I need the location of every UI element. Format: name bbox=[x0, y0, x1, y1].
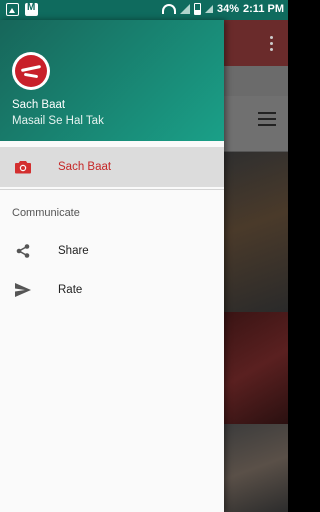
clock: 2:11 PM bbox=[243, 3, 284, 15]
drawer-item-share[interactable]: Share bbox=[0, 231, 224, 271]
battery-icon bbox=[194, 3, 201, 15]
news-thumbnail[interactable] bbox=[224, 424, 288, 512]
app-secondary-bar bbox=[224, 96, 288, 152]
drawer-item-sach-baat[interactable]: Sach Baat bbox=[0, 147, 224, 187]
signal-secondary-icon bbox=[205, 5, 213, 13]
overflow-menu-icon[interactable] bbox=[270, 36, 274, 52]
background-app bbox=[224, 20, 288, 512]
navigation-drawer: Sach Baat Masail Se Hal Tak Sach Baat Co… bbox=[0, 20, 224, 512]
drawer-app-tagline: Masail Se Hal Tak bbox=[12, 115, 104, 127]
mail-notification-icon bbox=[25, 2, 38, 16]
section-title-communicate: Communicate bbox=[12, 207, 80, 219]
share-icon bbox=[14, 242, 32, 260]
drawer-app-name: Sach Baat bbox=[12, 99, 66, 111]
app-logo bbox=[12, 52, 50, 90]
hamburger-menu-icon[interactable] bbox=[258, 112, 276, 130]
gallery-notification-icon bbox=[6, 3, 19, 16]
wifi-icon bbox=[162, 4, 176, 14]
drawer-item-label: Rate bbox=[58, 284, 83, 296]
drawer-divider bbox=[0, 189, 224, 190]
drawer-item-rate[interactable]: Rate bbox=[0, 270, 224, 310]
send-icon bbox=[14, 281, 32, 299]
camera-icon bbox=[14, 158, 32, 176]
app-toolbar bbox=[224, 20, 288, 66]
drawer-item-label: Share bbox=[58, 245, 89, 257]
news-thumbnail[interactable] bbox=[224, 152, 288, 312]
news-thumbnail[interactable] bbox=[224, 312, 288, 424]
drawer-header: Sach Baat Masail Se Hal Tak bbox=[0, 20, 224, 141]
status-bar: 34% 2:11 PM bbox=[0, 0, 288, 20]
signal-icon bbox=[180, 4, 190, 14]
app-tab-strip bbox=[224, 66, 288, 96]
drawer-item-label: Sach Baat bbox=[58, 161, 112, 173]
battery-percent: 34% bbox=[217, 3, 240, 15]
